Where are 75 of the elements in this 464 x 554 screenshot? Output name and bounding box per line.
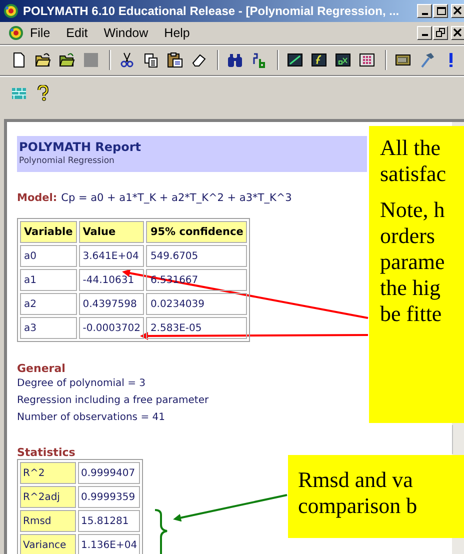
info-line: Number of observations = 41: [17, 411, 166, 425]
menu-item[interactable]: File: [24, 26, 58, 40]
close-icon: [453, 28, 463, 38]
calculator-icon[interactable]: [395, 52, 411, 68]
maximize-icon: [436, 6, 446, 16]
function-icon[interactable]: [311, 52, 327, 68]
table-cell: -44.10631: [78, 269, 144, 291]
restore-button[interactable]: [433, 26, 448, 40]
callout-text: Note, h: [380, 197, 446, 223]
callout-text: parame: [380, 249, 446, 275]
table-cell: R^2adj: [20, 486, 76, 508]
callout-text: orders: [380, 223, 436, 249]
maximize-button[interactable]: [433, 4, 448, 18]
table-cell: 2.583E-05: [146, 317, 248, 339]
curly-brace: [154, 509, 168, 554]
table-cell: 0.9999359: [78, 486, 140, 508]
column-header: Variable: [20, 221, 77, 243]
scissors-icon[interactable]: [119, 52, 135, 68]
section-heading: Statistics: [17, 446, 76, 459]
callout-text: the hig: [380, 275, 442, 301]
hammer-icon[interactable]: [419, 52, 435, 68]
paste-icon[interactable]: [167, 52, 183, 68]
table-cell: 0.9999407: [78, 462, 140, 484]
table-cell: -0.0003702: [78, 317, 144, 339]
app-logo-icon: [3, 3, 19, 19]
callout-text: comparison b: [298, 493, 418, 519]
table-cell: a0: [20, 245, 77, 267]
close-button[interactable]: [451, 26, 464, 40]
eraser-icon[interactable]: [191, 52, 207, 68]
info-line: Degree of polynomial = 3: [17, 377, 147, 391]
table-cell: 1.136E+04: [78, 534, 140, 554]
menu-item[interactable]: Edit: [58, 26, 96, 40]
callout-text: Rmsd and va: [298, 467, 414, 493]
report-subtitle: Polynomial Regression: [19, 156, 116, 166]
copy-icon[interactable]: [143, 52, 159, 68]
open-folder-icon[interactable]: [35, 52, 51, 68]
callout-text: satisfac: [380, 161, 447, 187]
table-cell: Rmsd: [20, 510, 76, 532]
model-label: Model:: [17, 192, 58, 204]
minimize-button[interactable]: [417, 26, 432, 40]
close-button[interactable]: [451, 4, 464, 18]
report-title: POLYMATH Report: [19, 140, 142, 154]
menu-item[interactable]: Window: [96, 26, 156, 40]
menu-item[interactable]: Help: [156, 26, 198, 40]
table-cell: 3.641E+04: [78, 245, 144, 267]
callout-text: All the: [380, 135, 442, 161]
table-cell: 15.81281: [78, 510, 140, 532]
minimize-icon: [422, 34, 428, 36]
model-equation: Cp = a0 + a1*T_K + a2*T_K^2 + a3*T_K^3: [61, 192, 292, 204]
minimize-icon: [422, 12, 428, 14]
table-cell: R^2: [20, 462, 76, 484]
callout-text: be fitte: [380, 301, 443, 327]
new-file-icon[interactable]: [11, 52, 27, 68]
minimize-button[interactable]: [417, 4, 432, 18]
restore-icon: [436, 28, 446, 38]
table-cell: 0.0234039: [146, 293, 248, 315]
section-heading: General: [17, 362, 66, 375]
graph-icon[interactable]: [287, 52, 303, 68]
grid-icon[interactable]: [359, 52, 375, 68]
document-logo-icon: [8, 24, 24, 40]
table-cell: a1: [20, 269, 77, 291]
column-header: Value: [78, 221, 144, 243]
info-line: Regression including a free parameter: [17, 394, 210, 408]
derivative-icon[interactable]: [335, 52, 351, 68]
table-cell: 0.4397598: [78, 293, 144, 315]
column-header: 95% confidence: [146, 221, 248, 243]
help-icon[interactable]: [35, 85, 51, 101]
window-title: POLYMATH 6.10 Educational Release - [Polynomial Regression, ...: [23, 4, 400, 18]
open-folder-icon[interactable]: [59, 52, 75, 68]
binoculars-icon[interactable]: [227, 52, 243, 68]
close-icon: [453, 6, 463, 16]
table-cell: 549.6705: [146, 245, 248, 267]
table-cell: Variance: [20, 534, 76, 554]
table-cell: a2: [20, 293, 77, 315]
table-cell: a3: [20, 317, 77, 339]
